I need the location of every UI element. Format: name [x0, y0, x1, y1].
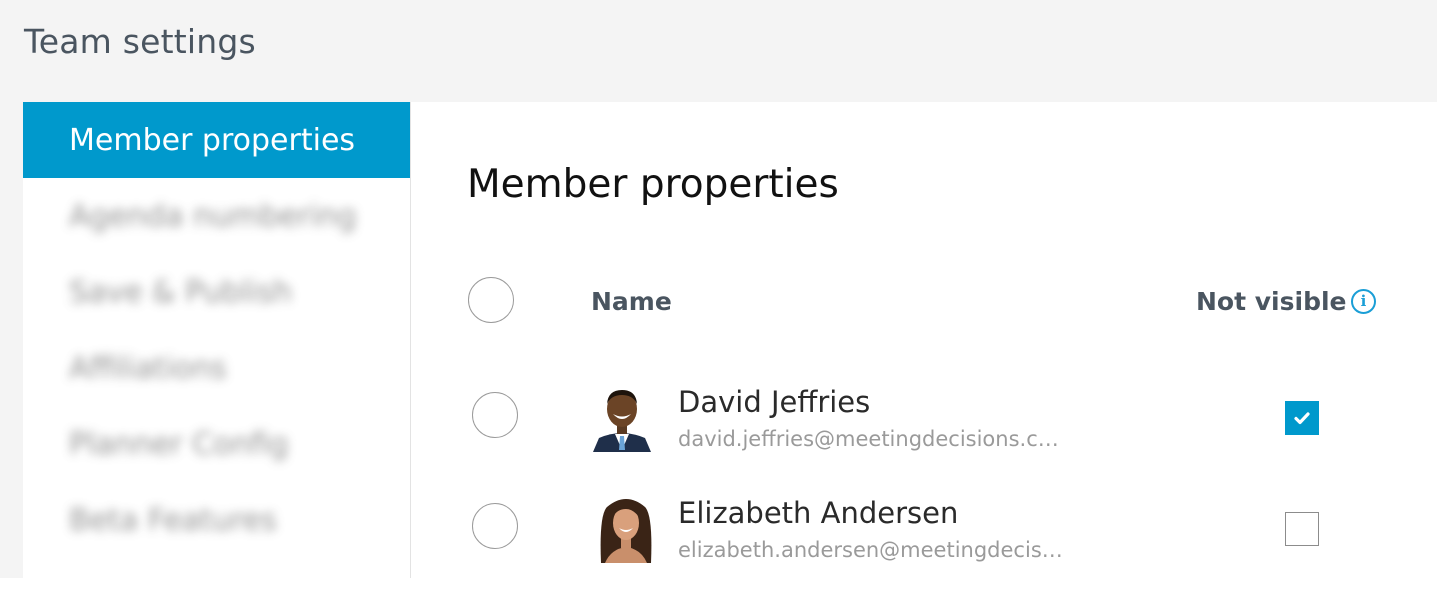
column-header-name: Name [591, 287, 672, 316]
member-email: elizabeth.andersen@meetingdecisi... [678, 538, 1066, 562]
sidebar-item-label: Member properties [69, 122, 356, 158]
info-icon[interactable]: i [1351, 289, 1376, 314]
settings-sidebar: Member properties Agenda numbering Save … [23, 102, 411, 578]
sidebar-item-label: Save & Publish [69, 274, 293, 310]
sidebar-item-label: Planner Config [69, 426, 289, 462]
page-header: Team settings [0, 0, 1437, 102]
checkmark-icon [1294, 412, 1310, 425]
avatar [591, 384, 653, 452]
member-select-radio[interactable] [472, 503, 518, 549]
sidebar-item-member-properties[interactable]: Member properties [23, 102, 410, 178]
sidebar-item-beta-features[interactable]: Beta Features [23, 482, 410, 558]
member-email: david.jeffries@meetingdecisions.com [678, 427, 1066, 451]
page-title: Team settings [24, 22, 256, 61]
not-visible-checkbox[interactable] [1285, 512, 1319, 546]
member-name: Elizabeth Andersen [678, 496, 959, 530]
member-select-radio[interactable] [472, 392, 518, 438]
not-visible-checkbox[interactable] [1285, 401, 1319, 435]
member-name: David Jeffries [678, 385, 871, 419]
sidebar-item-label: Affiliations [69, 350, 227, 386]
sidebar-item-label: Agenda numbering [69, 198, 357, 234]
avatar [595, 495, 657, 563]
column-header-not-visible: Not visible [1196, 287, 1347, 316]
sidebar-item-planner-config[interactable]: Planner Config [23, 406, 410, 482]
bottom-strip [0, 578, 1437, 605]
select-all-radio[interactable] [468, 277, 514, 323]
sidebar-item-affiliations[interactable]: Affiliations [23, 330, 410, 406]
section-title: Member properties [467, 162, 839, 207]
sidebar-item-save-publish[interactable]: Save & Publish [23, 254, 410, 330]
member-properties-panel: Member properties Name Not visible i Dav… [411, 102, 1437, 578]
sidebar-item-agenda-numbering[interactable]: Agenda numbering [23, 178, 410, 254]
sidebar-item-label: Beta Features [69, 502, 277, 538]
